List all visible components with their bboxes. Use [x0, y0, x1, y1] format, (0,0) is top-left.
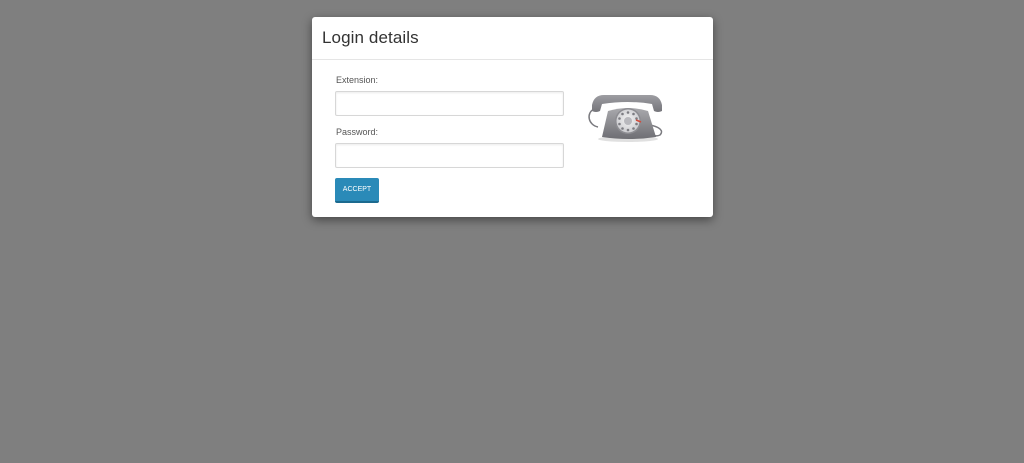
rotary-telephone-icon [588, 95, 663, 142]
password-input[interactable] [335, 143, 564, 168]
password-label: Password: [336, 127, 379, 137]
page-background: { "modal": { "title": "Login details" },… [0, 0, 1024, 463]
accept-button[interactable]: ACCEPT [335, 178, 379, 203]
extension-input[interactable] [335, 91, 564, 116]
login-dialog: Login details Extension: Password: ACCEP… [312, 17, 713, 217]
dialog-title: Login details [322, 28, 419, 47]
extension-label: Extension: [336, 75, 379, 85]
dialog-header: Login details [312, 17, 713, 60]
